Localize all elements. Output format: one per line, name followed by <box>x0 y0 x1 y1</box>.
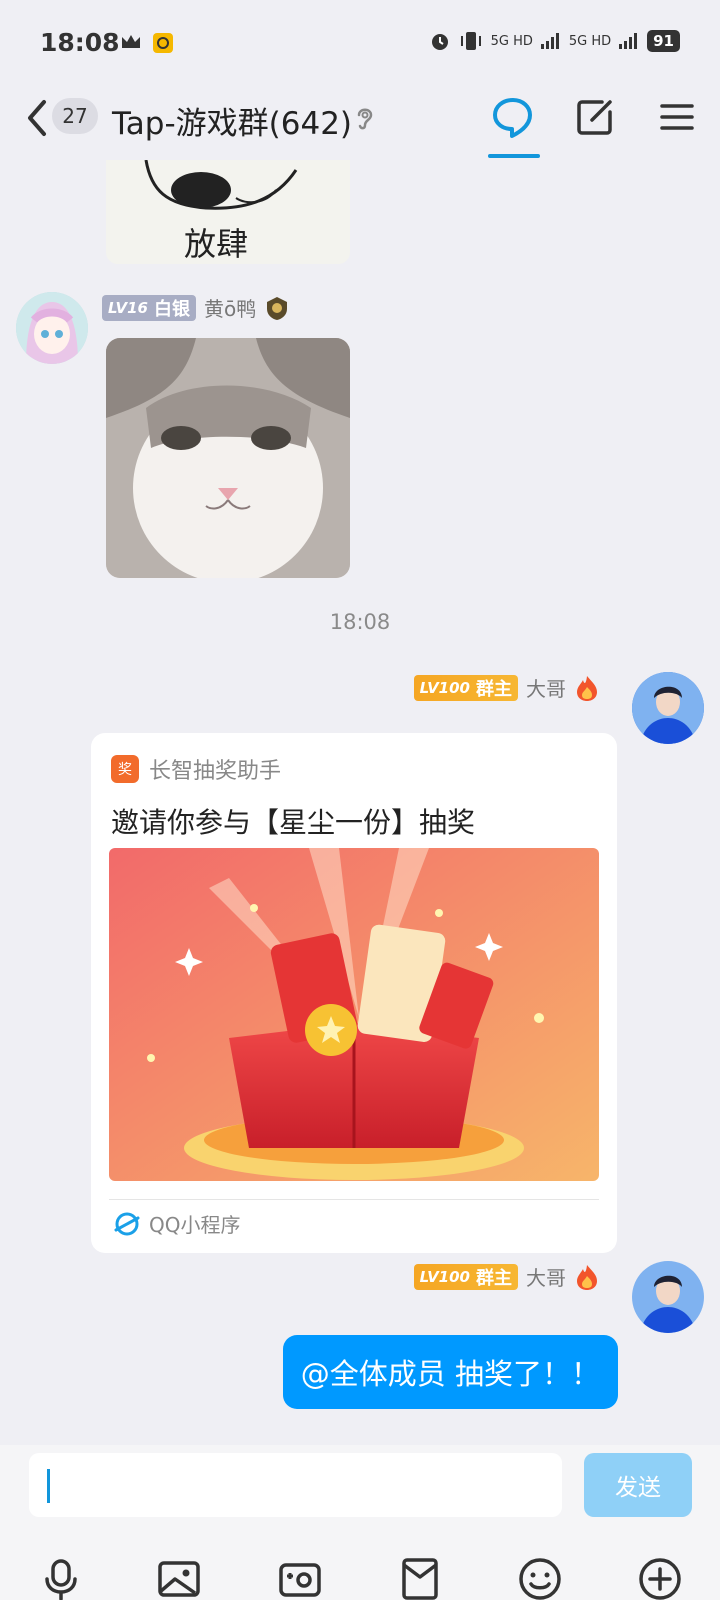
image-icon[interactable] <box>155 1555 203 1600</box>
lottery-app-icon: 奖 <box>111 755 139 783</box>
lottery-gift-box-image <box>109 848 599 1181</box>
vibrate-icon <box>460 32 481 50</box>
level-badge: LV16 白银 <box>102 294 196 321</box>
group-title[interactable]: Tap-游戏群(642) <box>112 98 352 143</box>
text-message-bubble[interactable]: @全体成员 抽奖了！！ <box>282 1335 618 1409</box>
message-timestamp: 18:08 <box>329 610 391 634</box>
card-divider <box>109 1199 599 1200</box>
fire-icon <box>577 675 597 701</box>
plus-icon[interactable] <box>636 1555 684 1600</box>
sender-meta-1: LV16 白银 黄ō鸭 <box>102 293 290 322</box>
avatar-huangya[interactable] <box>16 292 88 364</box>
battery-indicator: 91 <box>647 30 680 52</box>
card-footer: QQ小程序 <box>113 1209 240 1238</box>
text-caret <box>47 1469 50 1503</box>
level-badge: LV100 群主 <box>413 1263 518 1290</box>
sender-meta-2: LV100 群主 大哥 <box>413 673 600 702</box>
avatar-dage[interactable] <box>632 1261 704 1333</box>
signal-1-icon <box>540 33 559 49</box>
card-app-name: 长智抽奖助手 <box>149 759 282 784</box>
status-right-icons: 5G HD 5G HD 91 <box>429 30 680 52</box>
card-footer-label: QQ小程序 <box>149 1213 241 1237</box>
menu-icon[interactable] <box>654 94 700 140</box>
card-app-row: 奖 长智抽奖助手 <box>111 753 281 785</box>
back-arrow-icon[interactable] <box>22 98 50 138</box>
chat-bubble-icon[interactable] <box>490 94 536 140</box>
camera-icon[interactable] <box>276 1555 324 1600</box>
qq-mini-program-icon <box>114 1212 140 1235</box>
sender-nickname[interactable]: 黄ō鸭 <box>204 293 256 322</box>
svg-text:放肆: 放肆 <box>184 225 248 263</box>
avatar-dage[interactable] <box>632 672 704 744</box>
network-2-label: 5G HD <box>568 33 612 49</box>
status-left-icons <box>120 32 174 54</box>
network-1-label: 5G HD <box>490 33 533 49</box>
status-time: 18:08 <box>40 28 120 57</box>
status-bar: 18:08 5G HD 5G HD 91 <box>0 0 720 88</box>
sticker-image-partial[interactable]: 放肆 <box>106 160 350 264</box>
active-tab-indicator <box>488 154 540 158</box>
emoji-icon[interactable] <box>516 1555 564 1600</box>
input-bar: 发送 <box>0 1445 720 1600</box>
alarm-icon <box>431 34 448 50</box>
sender-meta-3: LV100 群主 大哥 <box>413 1262 600 1291</box>
cat-photo[interactable] <box>106 338 350 578</box>
level-badge: LV100 群主 <box>413 674 518 701</box>
mini-program-card[interactable]: 奖 长智抽奖助手 邀请你参与【星尘一份】抽奖 QQ小程序 <box>91 733 617 1253</box>
crown-icon <box>122 35 140 48</box>
sender-nickname[interactable]: 大哥 <box>526 1262 566 1291</box>
mic-icon[interactable] <box>37 1555 85 1600</box>
app-notification-icon <box>153 33 173 53</box>
card-title: 邀请你参与【星尘一份】抽奖 <box>111 806 476 839</box>
chat-header: 27 Tap-游戏群(642) <box>0 88 720 160</box>
signal-2-icon <box>619 33 638 49</box>
sender-nickname[interactable]: 大哥 <box>526 673 566 702</box>
message-input[interactable] <box>29 1453 562 1517</box>
message-list[interactable]: 放肆 LV16 白银 黄ō鸭 18:08 LV100 群主 大哥 奖 长智抽奖助… <box>0 160 720 1445</box>
red-packet-icon[interactable] <box>396 1555 444 1600</box>
send-button[interactable]: 发送 <box>584 1453 692 1517</box>
edit-note-icon[interactable] <box>572 94 618 140</box>
ear-icon <box>357 108 373 130</box>
unread-count-badge[interactable]: 27 <box>52 98 98 134</box>
fire-icon <box>577 1264 597 1290</box>
rank-medal-icon <box>267 296 288 320</box>
